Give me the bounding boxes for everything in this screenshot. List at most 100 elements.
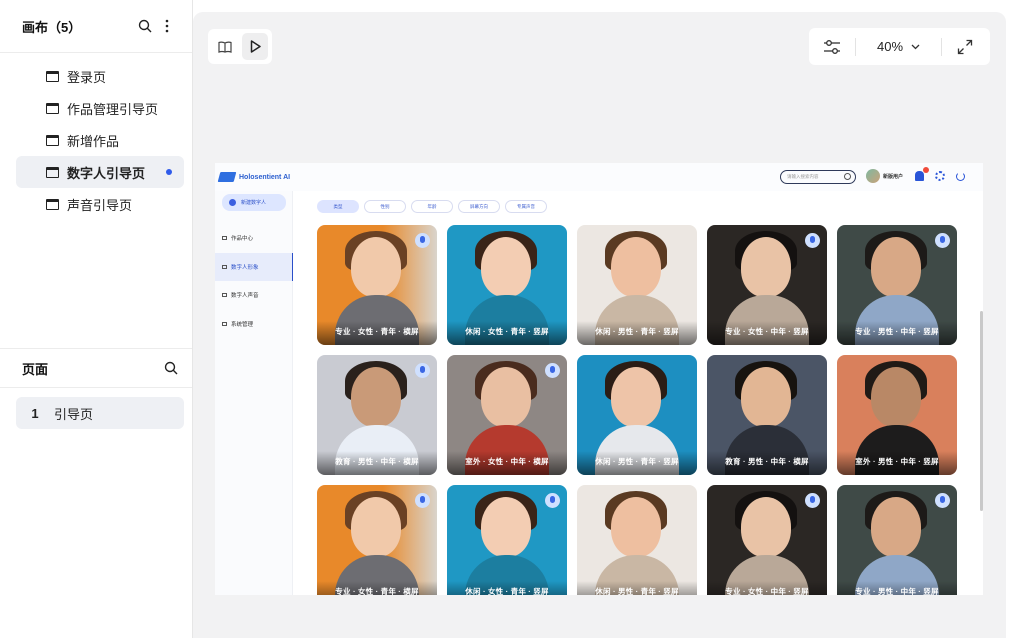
canvas-item-new-work[interactable]: 新增作品: [16, 124, 184, 156]
sidebar-item-system[interactable]: 系统管理: [215, 310, 293, 338]
user-icon: [222, 265, 227, 269]
face-shape: [741, 367, 791, 427]
search-icon[interactable]: [134, 15, 156, 37]
avatar-card-label: 专业 · 男性 · 中年 · 竖屏: [855, 327, 939, 336]
avatar-card-label: 专业 · 男性 · 中年 · 竖屏: [855, 587, 939, 595]
zoom-toolbar: 40%: [809, 28, 990, 65]
canvas-area[interactable]: 40% Holosentient AI 请输入搜索内容 新版用户 新建数字人 作…: [193, 12, 1006, 638]
avatar-card[interactable]: 休闲 · 女性 · 青年 · 竖屏: [447, 225, 567, 345]
avatar-card[interactable]: 专业 · 女性 · 青年 · 横屏: [317, 485, 437, 595]
avatar-card[interactable]: 休闲 · 男性 · 青年 · 竖屏: [577, 355, 697, 475]
microphone-icon[interactable]: [415, 363, 430, 378]
microphone-icon[interactable]: [935, 493, 950, 508]
canvas-item-works-guide[interactable]: 作品管理引导页: [16, 92, 184, 124]
avatar-card-label: 专业 · 女性 · 中年 · 竖屏: [725, 587, 809, 595]
view-toolbar: [208, 29, 272, 64]
user-menu[interactable]: 新版用户: [866, 169, 903, 183]
filter-type[interactable]: 类型: [317, 200, 359, 213]
avatar-card[interactable]: 休闲 · 女性 · 青年 · 竖屏: [447, 485, 567, 595]
logout-icon[interactable]: [956, 171, 965, 181]
window-icon: [46, 166, 59, 178]
pages-header: 页面: [0, 349, 192, 388]
avatar-card[interactable]: 教育 · 男性 · 中年 · 横屏: [707, 355, 827, 475]
microphone-icon[interactable]: [415, 493, 430, 508]
canvas-item-login[interactable]: 登录页: [16, 60, 184, 92]
settings-sliders-icon[interactable]: [821, 36, 843, 58]
filter-age[interactable]: 年龄: [411, 200, 453, 213]
avatar-card-label: 教育 · 男性 · 中年 · 横屏: [335, 457, 419, 466]
face-shape: [351, 367, 401, 427]
pages-section: 页面 1 引导页: [0, 348, 192, 429]
microphone-icon[interactable]: [805, 233, 820, 248]
avatar-card[interactable]: 专业 · 女性 · 中年 · 竖屏: [707, 225, 827, 345]
zoom-select[interactable]: 40%: [856, 39, 941, 54]
sidebar-item-works[interactable]: 作品中心: [215, 224, 293, 252]
avatar-card[interactable]: 专业 · 女性 · 青年 · 横屏: [317, 225, 437, 345]
voice-icon: [222, 293, 227, 297]
avatar-card-label: 休闲 · 女性 · 青年 · 竖屏: [465, 587, 549, 595]
canvas-item-voice-guide[interactable]: 声音引导页: [16, 188, 184, 220]
brand-logo[interactable]: Holosentient AI: [217, 172, 290, 182]
avatar-card[interactable]: 专业 · 女性 · 中年 · 竖屏: [707, 485, 827, 595]
face-shape: [871, 237, 921, 297]
sidebar-item-voice[interactable]: 数字人声音: [215, 281, 293, 309]
canvas-item-digital-human-guide[interactable]: 数字人引导页: [16, 156, 184, 188]
microphone-icon[interactable]: [935, 233, 950, 248]
microphone-icon[interactable]: [545, 493, 560, 508]
more-vertical-icon[interactable]: [156, 15, 178, 37]
avatar-card[interactable]: 专业 · 男性 · 中年 · 竖屏: [837, 225, 957, 345]
microphone-icon[interactable]: [545, 363, 560, 378]
bell-icon[interactable]: [915, 167, 929, 181]
sidebar-item-label: 系统管理: [231, 322, 254, 328]
header-icons: [915, 167, 965, 181]
face-shape: [611, 367, 661, 427]
filter-exclusive-voice[interactable]: 专属声音: [505, 200, 547, 213]
plus-icon: [229, 199, 236, 206]
page-item[interactable]: 1 引导页: [16, 397, 184, 429]
grid-icon: [222, 236, 227, 240]
face-shape: [481, 237, 531, 297]
face-shape: [481, 367, 531, 427]
avatar-card[interactable]: 教育 · 男性 · 中年 · 横屏: [317, 355, 437, 475]
canvas-item-label: 作品管理引导页: [67, 101, 159, 117]
new-digital-human-button[interactable]: 新建数字人: [222, 194, 286, 211]
face-shape: [611, 237, 661, 297]
gear-icon[interactable]: [935, 171, 945, 181]
face-shape: [611, 497, 661, 557]
avatar-card-label: 专业 · 女性 · 青年 · 横屏: [335, 587, 419, 595]
search-icon[interactable]: [160, 357, 182, 379]
divider: [941, 37, 942, 56]
search-placeholder: 请输入搜索内容: [787, 174, 819, 179]
avatar-card[interactable]: 室外 · 女性 · 中年 · 横屏: [447, 355, 567, 475]
window-icon: [46, 70, 59, 82]
filter-gender[interactable]: 性别: [364, 200, 406, 213]
avatar-card[interactable]: 室外 · 男性 · 中年 · 竖屏: [837, 355, 957, 475]
window-icon: [46, 134, 59, 146]
avatar: [866, 169, 880, 183]
face-shape: [351, 497, 401, 557]
page-label: 引导页: [54, 406, 94, 422]
microphone-icon[interactable]: [415, 233, 430, 248]
scrollbar[interactable]: [980, 311, 983, 511]
face-shape: [741, 497, 791, 557]
app-sidebar: 新建数字人 作品中心 数字人形象 数字人声音 系统管理: [215, 191, 293, 595]
microphone-icon[interactable]: [805, 493, 820, 508]
canvas-item-label: 数字人引导页: [67, 165, 146, 181]
fullscreen-icon[interactable]: [954, 36, 976, 58]
play-icon[interactable]: [242, 33, 268, 60]
sidebar-item-digital-human[interactable]: 数字人形象: [215, 253, 293, 281]
avatar-card-label: 专业 · 女性 · 中年 · 竖屏: [725, 327, 809, 336]
avatar-card[interactable]: 专业 · 男性 · 中年 · 竖屏: [837, 485, 957, 595]
book-icon[interactable]: [212, 33, 238, 60]
search-icon: [844, 173, 851, 180]
app-preview[interactable]: Holosentient AI 请输入搜索内容 新版用户 新建数字人 作品中心 …: [215, 163, 983, 595]
filter-orientation[interactable]: 屏幕方向: [458, 200, 500, 213]
window-icon: [46, 102, 59, 114]
avatar-card-label: 室外 · 男性 · 中年 · 竖屏: [855, 457, 939, 466]
avatar-card[interactable]: 休闲 · 男性 · 青年 · 竖屏: [577, 225, 697, 345]
avatar-card-label: 休闲 · 男性 · 青年 · 竖屏: [595, 457, 679, 466]
logo-icon: [217, 172, 237, 182]
face-shape: [481, 497, 531, 557]
app-search-input[interactable]: 请输入搜索内容: [780, 170, 856, 184]
avatar-card[interactable]: 休闲 · 男性 · 青年 · 竖屏: [577, 485, 697, 595]
